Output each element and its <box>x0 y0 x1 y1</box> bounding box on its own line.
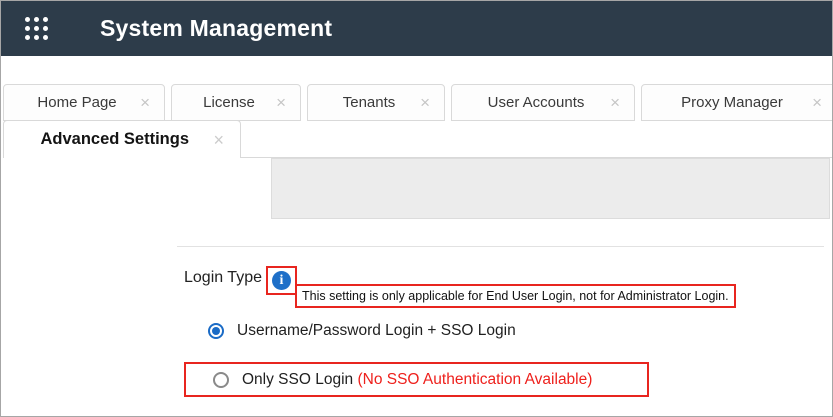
radio-option-label: Username/Password Login + SSO Login <box>237 322 516 340</box>
apps-grid-icon[interactable] <box>25 17 48 40</box>
option-label-text: Only SSO Login <box>242 371 353 388</box>
collapsed-panel <box>271 158 830 219</box>
login-type-label: Login Type <box>184 269 262 287</box>
tab-label: Home Page <box>16 94 138 111</box>
tab-home-page[interactable]: Home Page × <box>3 84 165 121</box>
tab-license[interactable]: License × <box>171 84 301 121</box>
app-header: System Management <box>1 1 832 56</box>
tab-label: Proxy Manager <box>654 94 810 111</box>
tab-label: Tenants <box>320 94 418 111</box>
tab-label: License <box>184 94 274 111</box>
close-icon[interactable]: × <box>211 131 226 149</box>
tab-tenants[interactable]: Tenants × <box>307 84 445 121</box>
close-icon[interactable]: × <box>418 94 432 111</box>
option-warning-text: (No SSO Authentication Available) <box>357 371 592 388</box>
tab-advanced-settings[interactable]: Advanced Settings × <box>3 120 241 158</box>
tab-label: Advanced Settings <box>18 130 211 149</box>
section-divider <box>177 246 824 247</box>
app-window: System Management Home Page × License × … <box>0 0 833 417</box>
close-icon[interactable]: × <box>608 94 622 111</box>
radio-unselected-icon[interactable] <box>213 372 229 388</box>
radio-option-username-password-sso[interactable]: Username/Password Login + SSO Login <box>208 322 516 340</box>
info-tooltip: This setting is only applicable for End … <box>295 284 736 308</box>
close-icon[interactable]: × <box>810 94 824 111</box>
info-icon-highlight-box: i <box>266 266 297 295</box>
tab-user-accounts[interactable]: User Accounts × <box>451 84 635 121</box>
tab-label: User Accounts <box>464 94 608 111</box>
tab-bar-row-1: Home Page × License × Tenants × User Acc… <box>3 84 833 121</box>
close-icon[interactable]: × <box>138 94 152 111</box>
info-icon[interactable]: i <box>272 271 291 290</box>
radio-option-label: Only SSO Login (No SSO Authentication Av… <box>242 371 592 389</box>
page-title: System Management <box>100 15 332 42</box>
close-icon[interactable]: × <box>274 94 288 111</box>
radio-option-only-sso-highlight-box[interactable]: Only SSO Login (No SSO Authentication Av… <box>184 362 649 397</box>
tab-proxy-manager[interactable]: Proxy Manager × <box>641 84 833 121</box>
radio-selected-icon[interactable] <box>208 323 224 339</box>
